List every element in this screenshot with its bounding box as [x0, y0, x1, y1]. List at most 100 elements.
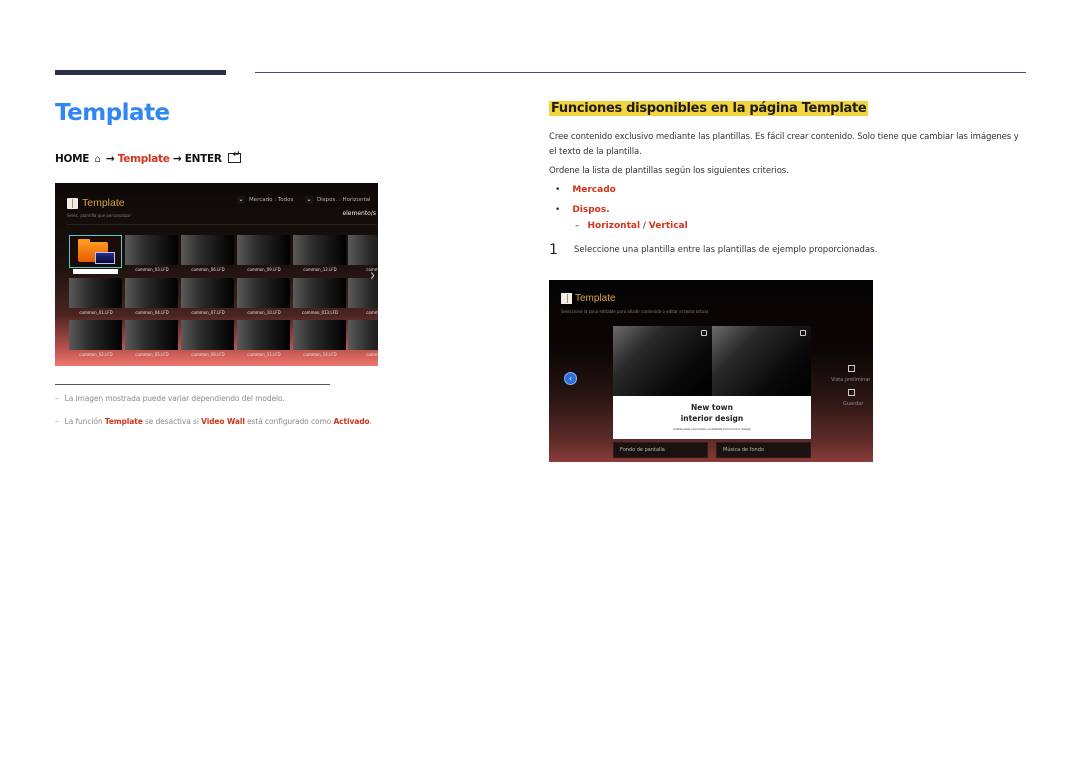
footnote-keyword-video-wall: Video Wall	[201, 417, 245, 426]
preview-icon[interactable]	[848, 365, 855, 372]
preview-label[interactable]: Vista preliminar	[831, 377, 870, 383]
divider	[67, 224, 377, 225]
template-thumb-label: common_02.LFD	[79, 352, 113, 357]
template-thumb[interactable]	[125, 235, 178, 265]
filter-dispos[interactable]: ⌄ Dispos. : Horizontal	[305, 196, 371, 204]
footnote-keyword-activado: Activado	[333, 417, 370, 426]
template-thumb[interactable]	[125, 278, 178, 308]
template-thumb[interactable]	[181, 278, 234, 308]
template-thumb-label: common	[366, 352, 378, 357]
template-thumb[interactable]	[348, 235, 378, 265]
option-horizontal: Horizontal	[587, 221, 641, 231]
screenshot-subtitle: Seleccione la zona editable para añadir …	[561, 309, 710, 314]
item-count: elemento/s	[342, 210, 376, 217]
chevron-down-icon: ⌄	[305, 196, 313, 204]
screenshot-title: Template	[575, 293, 616, 304]
save-label[interactable]: Guardar	[843, 401, 863, 407]
footnote-keyword-template: Template	[104, 417, 143, 426]
intro-paragraph: Cree contenido exclusivo mediante las pl…	[549, 132, 1019, 157]
editable-image-zone[interactable]	[613, 326, 712, 396]
screenshot-subtitle: Selec. plantilla que personalizar	[67, 213, 131, 218]
template-thumb-folder-selected[interactable]	[69, 235, 122, 268]
section-heading: Funciones disponibles en la página Templ…	[549, 101, 869, 116]
header-rule-thin	[255, 72, 1026, 73]
footnote-text: está configurado como	[244, 417, 334, 426]
chevron-down-icon: ⌄	[237, 196, 245, 204]
edit-icon[interactable]	[800, 330, 806, 336]
footnote-text: La imagen mostrada puede variar dependie…	[64, 394, 285, 403]
template-app-icon	[67, 198, 78, 209]
template-thumb-label: common	[366, 310, 378, 315]
enter-icon	[228, 150, 242, 163]
footnote-text: La función	[64, 417, 105, 426]
chevron-right-icon[interactable]: ›	[370, 265, 375, 285]
template-thumb[interactable]	[293, 235, 346, 265]
bullet-dot: •	[555, 205, 561, 215]
editable-image-zone[interactable]	[712, 326, 811, 396]
template-thumb[interactable]	[348, 320, 378, 350]
template-thumb-label: common_09.LFD	[247, 267, 281, 272]
template-thumb[interactable]	[237, 235, 290, 265]
template-app-icon	[561, 293, 572, 304]
template-thumb-label: common_03.LFD	[135, 267, 169, 272]
background-music-button[interactable]: Música de fondo	[716, 442, 811, 458]
template-thumb[interactable]	[181, 320, 234, 350]
footnote-dash: –	[55, 394, 59, 403]
bullet-label: Mercado	[572, 185, 616, 195]
card-line-1: New town	[691, 403, 733, 412]
nav-enter: ENTER	[184, 153, 222, 165]
template-editor-screenshot: Template Seleccione la zona editable par…	[549, 280, 873, 462]
card-line-2: interior design	[680, 414, 744, 423]
footnote-text: se desactiva si	[142, 417, 202, 426]
template-thumb[interactable]	[69, 278, 122, 308]
template-thumb-label: common_05.LFD	[135, 352, 169, 357]
template-thumb-label: common_10.LFD	[247, 310, 281, 315]
template-thumb[interactable]	[293, 320, 346, 350]
template-thumb[interactable]	[69, 320, 122, 350]
filter-mercado[interactable]: ⌄ Mercado : Todos	[237, 196, 293, 204]
editable-text-zone[interactable]: New town interior design Sustainable res…	[613, 396, 811, 439]
step-text: Seleccione una plantilla entre las plant…	[574, 245, 878, 255]
nav-arrow: →	[172, 153, 182, 165]
bullet-dispos: • Dispos.	[555, 205, 610, 215]
template-thumb-label: common_12.LFD	[303, 267, 337, 272]
template-thumb[interactable]	[293, 278, 346, 308]
template-thumb[interactable]	[237, 278, 290, 308]
template-thumb[interactable]	[237, 320, 290, 350]
template-thumb-label: common_01.LFD	[79, 310, 113, 315]
save-icon[interactable]	[848, 389, 855, 396]
monitor-icon	[95, 252, 115, 264]
step-number: 1	[549, 242, 558, 258]
back-arrow-icon[interactable]: ‹	[564, 372, 577, 385]
background-image-button[interactable]: Fondo de pantalla	[613, 442, 708, 458]
sort-paragraph: Ordene la lista de plantillas según los …	[549, 166, 789, 176]
bullet-label: Dispos.	[572, 205, 610, 215]
template-list-screenshot: Template Selec. plantilla que personaliz…	[55, 183, 378, 366]
template-thumb-label: common_14.LFD	[303, 352, 337, 357]
nav-home: HOME	[55, 153, 90, 165]
sub-bullet-dash: –	[575, 221, 580, 231]
footnote-text: .	[369, 417, 372, 426]
bullet-mercado: • Mercado	[555, 185, 616, 195]
template-thumb[interactable]	[125, 320, 178, 350]
footnote: – La función Template se desactiva si Vid…	[55, 417, 372, 426]
footnote: – La imagen mostrada puede variar dependi…	[55, 394, 285, 403]
footnote-dash: –	[55, 417, 59, 426]
filter-label: Mercado : Todos	[249, 197, 294, 203]
page-title: Template	[55, 100, 170, 126]
option-vertical: Vertical	[648, 221, 688, 231]
selected-indicator	[73, 269, 118, 274]
template-thumb-label: common_11.LFD	[247, 352, 281, 357]
nav-arrow: →	[105, 153, 115, 165]
template-thumb-label: common_07.LFD	[191, 310, 225, 315]
edit-icon[interactable]	[701, 330, 707, 336]
template-thumb-label: common_013.LFD	[302, 310, 338, 315]
header-rule-thick	[55, 70, 226, 75]
template-thumb-label: common_08.LFD	[191, 352, 225, 357]
footnote-rule	[55, 384, 330, 385]
nav-template: Template	[117, 153, 170, 165]
bullet-dot: •	[555, 185, 561, 195]
home-icon: ⌂	[94, 154, 101, 165]
screenshot-title: Template	[82, 197, 125, 209]
template-thumb[interactable]	[181, 235, 234, 265]
